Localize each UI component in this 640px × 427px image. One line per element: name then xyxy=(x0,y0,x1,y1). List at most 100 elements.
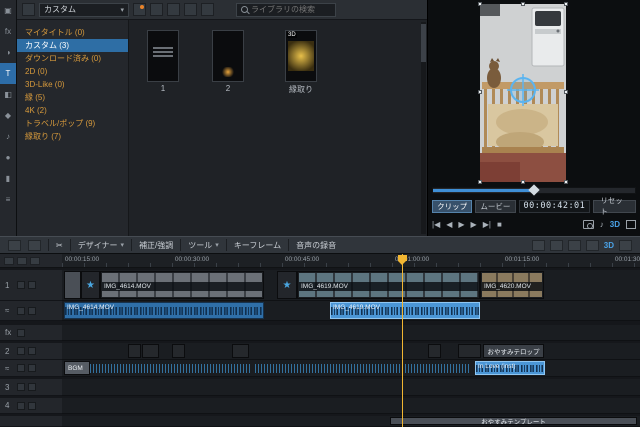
voiceover-room-icon[interactable]: ● xyxy=(0,147,16,168)
produce-range-icon[interactable] xyxy=(549,239,563,251)
track-lock-icon[interactable] xyxy=(28,364,36,372)
mini-clip[interactable] xyxy=(458,344,481,358)
track-lock-icon[interactable] xyxy=(28,383,36,391)
timeline-function-icon[interactable] xyxy=(28,239,41,251)
seek-handle[interactable] xyxy=(528,184,540,196)
playhead[interactable] xyxy=(402,254,403,427)
grid-view-icon[interactable] xyxy=(167,3,180,16)
category-item[interactable]: 縁取り (7) xyxy=(17,130,128,143)
audio-mixing-room-icon[interactable]: ♪ xyxy=(0,126,16,147)
track-lane[interactable] xyxy=(62,398,640,414)
mini-clip[interactable] xyxy=(232,344,249,358)
preview-seek-bar[interactable] xyxy=(432,184,636,196)
selection-handle[interactable] xyxy=(564,2,568,6)
mini-clip[interactable] xyxy=(128,344,141,358)
library-search-input[interactable] xyxy=(251,5,331,14)
title-clip[interactable]: おやすみテロップ xyxy=(483,344,544,358)
track-manager-small-icon[interactable] xyxy=(4,256,14,265)
tab-movie-preview[interactable]: ムービー xyxy=(475,199,516,213)
particle-room-icon[interactable]: ◆ xyxy=(0,105,16,126)
tools-button[interactable]: ツール ▾ xyxy=(188,240,219,251)
selection-handle[interactable] xyxy=(478,2,482,6)
fit-timeline-icon[interactable] xyxy=(17,256,27,265)
track-enable-icon[interactable] xyxy=(17,347,25,355)
video-clip[interactable]: IMG_4619.MOV xyxy=(297,271,480,299)
threed-toggle[interactable]: 3D xyxy=(610,220,620,229)
track-lock-icon[interactable] xyxy=(28,347,36,355)
selection-handle[interactable] xyxy=(521,2,525,6)
rewind-button[interactable]: ◀ xyxy=(446,220,452,229)
mini-clip[interactable] xyxy=(428,344,441,358)
mini-clip[interactable] xyxy=(142,344,159,358)
title-thumbnail[interactable] xyxy=(147,30,179,82)
reset-button[interactable]: リセット xyxy=(593,196,636,216)
chapter-room-icon[interactable]: ▮ xyxy=(0,168,16,189)
undo-icon[interactable] xyxy=(567,239,581,251)
template-clip[interactable]: おやすみテンプレート xyxy=(390,417,637,425)
category-item[interactable]: トラベル/ポップ (9) xyxy=(17,117,128,130)
track-lane[interactable]: ★ IMG_4614.MOV ★ IMG_4619.MOV IMG_4620.M… xyxy=(62,270,640,301)
library-scrollbar-thumb[interactable] xyxy=(421,24,426,62)
transition-room-icon[interactable]: ◧ xyxy=(0,84,16,105)
designer-button[interactable]: デザイナー ▾ xyxy=(78,240,124,251)
selection-handle[interactable] xyxy=(564,180,568,184)
selection-handle[interactable] xyxy=(478,180,482,184)
track-manager-icon[interactable] xyxy=(8,239,21,251)
track-lane[interactable]: おやすみテンプレート xyxy=(62,416,640,427)
video-clip[interactable]: IMG_4620.MOV xyxy=(480,271,544,299)
track-enable-icon[interactable] xyxy=(17,383,25,391)
playhead-handle[interactable] xyxy=(398,255,407,265)
selection-handle[interactable] xyxy=(478,90,482,94)
selection-handle[interactable] xyxy=(564,90,568,94)
category-item-selected[interactable]: カスタム (3) xyxy=(17,39,128,52)
next-clip-button[interactable]: ▶| xyxy=(483,220,491,229)
fix-enhance-button[interactable]: 補正/強調 xyxy=(139,240,173,251)
volume-icon[interactable]: ♪ xyxy=(600,220,604,229)
play-button[interactable]: ▶ xyxy=(458,220,464,229)
tab-clip-preview[interactable]: クリップ xyxy=(432,199,473,213)
render-preview-icon[interactable] xyxy=(531,239,545,251)
pip-overlay-room-icon[interactable]: ◑ xyxy=(0,42,16,63)
track-enable-icon[interactable] xyxy=(17,281,25,289)
preview-timecode[interactable]: 00:00:42:01 xyxy=(518,199,591,213)
video-clip[interactable] xyxy=(64,271,81,299)
category-item[interactable]: 2D (0) xyxy=(17,65,128,78)
storyboard-view-icon[interactable] xyxy=(619,239,632,251)
redo-icon[interactable] xyxy=(585,239,599,251)
split-clip-button[interactable]: ✂ xyxy=(56,241,63,250)
timeline-ruler[interactable]: 00:00:15:00 00:00:30:00 00:00:45:00 00:0… xyxy=(62,254,640,268)
previous-clip-button[interactable]: |◀ xyxy=(432,220,440,229)
track-enable-icon[interactable] xyxy=(17,364,25,372)
bgm-clip[interactable]: BGM xyxy=(64,361,90,375)
video-clip[interactable]: IMG_4614.MOV xyxy=(100,271,264,299)
download-content-icon[interactable] xyxy=(133,3,146,16)
record-voiceover-button[interactable]: 音声の録音 xyxy=(296,240,336,251)
category-item[interactable]: 縁 (5) xyxy=(17,91,128,104)
audio-waveform-strip[interactable] xyxy=(255,364,470,373)
transition-clip[interactable]: ★ xyxy=(277,271,297,299)
track-enable-icon[interactable] xyxy=(17,306,25,315)
title-thumbnail[interactable]: 3D xyxy=(285,30,317,82)
audio-clip-selected[interactable]: IMG_4619.MOV xyxy=(330,302,480,319)
category-item[interactable]: マイタイトル (0) xyxy=(17,26,128,39)
history-back-icon[interactable] xyxy=(22,3,35,16)
stop-button[interactable]: ■ xyxy=(497,220,502,229)
audio-clip[interactable]: IMG_4614.MOV xyxy=(64,302,264,319)
keyframe-button[interactable]: キーフレーム xyxy=(234,240,281,251)
track-enable-icon[interactable] xyxy=(17,328,25,337)
library-scrollbar[interactable] xyxy=(421,22,426,234)
track-lane[interactable]: BGM In Love (inst) xyxy=(62,360,640,377)
preview-video[interactable] xyxy=(478,2,568,184)
track-lane[interactable]: おやすみテロップ xyxy=(62,343,640,360)
threed-timeline-toggle[interactable]: 3D xyxy=(604,241,614,250)
media-room-icon[interactable]: ▣ xyxy=(0,0,16,21)
track-enable-icon[interactable] xyxy=(17,401,25,410)
category-item[interactable]: 3D-Like (0) xyxy=(17,78,128,91)
track-lock-icon[interactable] xyxy=(28,306,36,315)
mini-clip[interactable] xyxy=(172,344,185,358)
subtitle-room-icon[interactable]: ≡ xyxy=(0,189,16,210)
import-media-icon[interactable] xyxy=(150,3,163,16)
title-room-icon[interactable]: T xyxy=(0,63,16,84)
track-lock-icon[interactable] xyxy=(28,401,36,410)
category-dropdown[interactable]: カスタム ▾ xyxy=(39,2,129,17)
